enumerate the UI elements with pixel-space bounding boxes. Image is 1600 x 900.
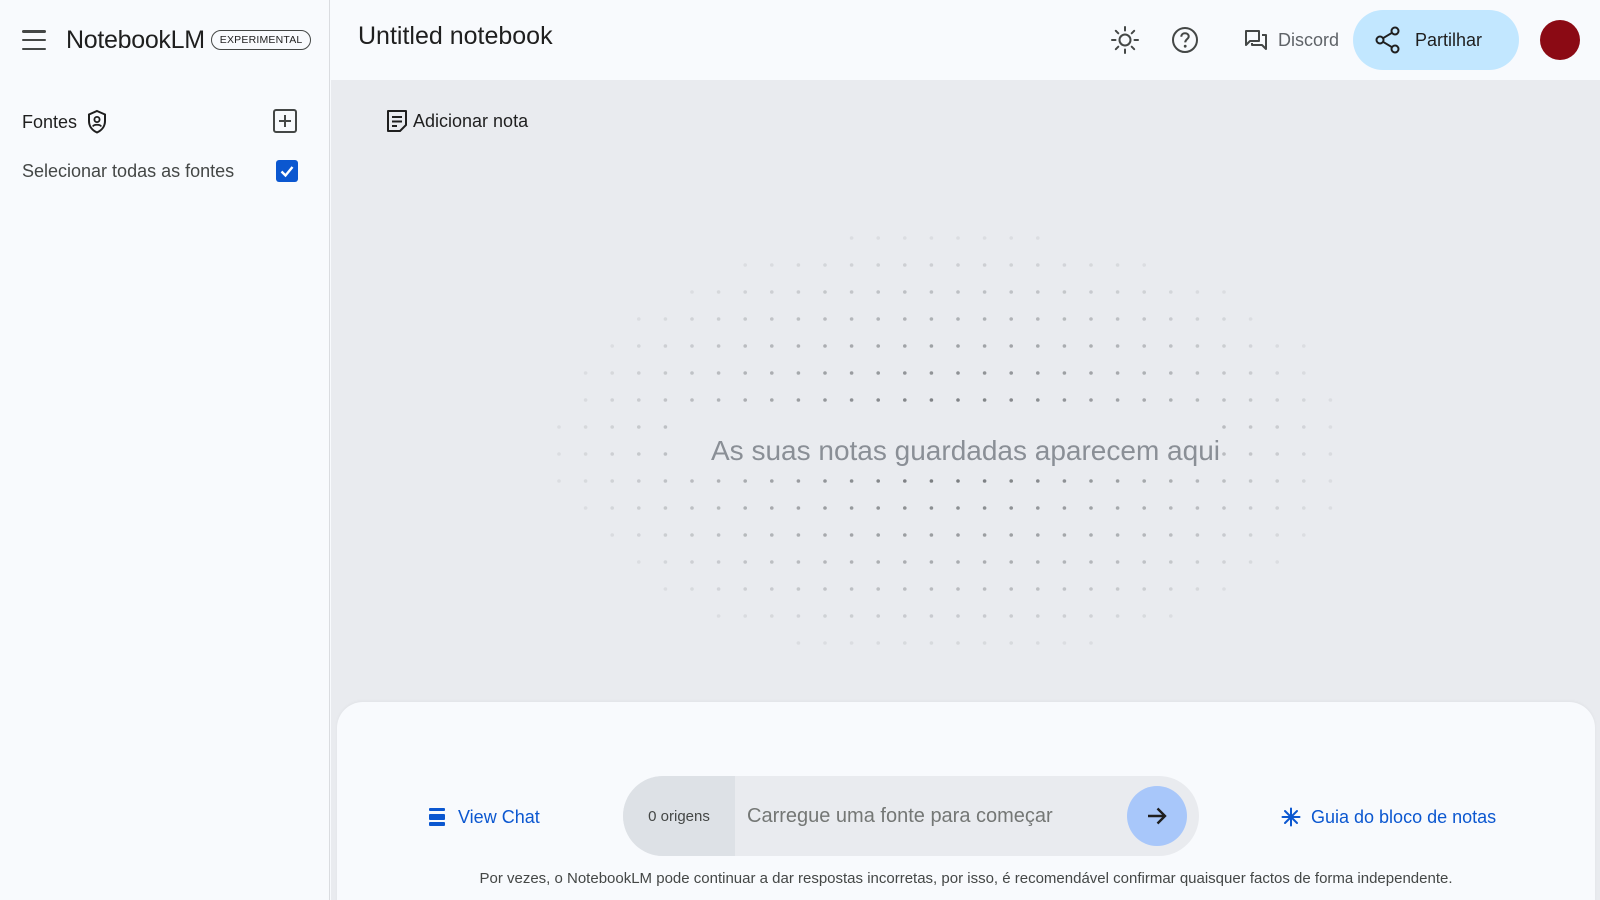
arrow-right-icon [1148,807,1167,825]
select-all-row[interactable]: Selecionar todas as fontes [22,156,298,186]
chat-panel: View Chat 0 origens Guia do bloco de not… [337,702,1595,900]
chat-icon [429,808,445,826]
sources-header: Fontes [22,106,298,138]
empty-notes-message: As suas notas guardadas aparecem aqui [711,435,1220,466]
discord-link[interactable]: Discord [1244,24,1339,56]
sun-icon[interactable] [1109,24,1141,56]
discord-label: Discord [1278,29,1340,50]
brand: NotebookLM EXPERIMENTAL [22,22,312,58]
notebook-guide-button[interactable]: Guia do bloco de notas [1281,802,1496,832]
query-input[interactable] [747,796,1117,836]
note-icon [387,110,407,132]
view-chat-label: View Chat [458,806,540,827]
view-chat-button[interactable]: View Chat [428,802,540,832]
sources-sidebar: NotebookLM EXPERIMENTAL Fontes Seleciona… [0,0,330,900]
select-all-checkbox[interactable] [276,160,298,182]
select-all-label: Selecionar todas as fontes [22,160,235,181]
share-button[interactable]: Partilhar [1353,10,1519,70]
asterisk-icon [1281,807,1301,827]
add-source-icon[interactable] [272,108,298,134]
add-note-label: Adicionar nota [413,110,529,131]
avatar[interactable] [1540,20,1580,60]
share-icon [1375,26,1400,54]
add-note-button[interactable]: Adicionar nota [385,106,528,136]
send-button[interactable] [1127,786,1187,846]
menu-icon[interactable] [22,30,48,50]
share-label: Partilhar [1415,29,1483,50]
origins-count[interactable]: 0 origens [623,776,735,856]
top-bar: Untitled notebook Discord Partilhar [331,0,1600,80]
experimental-badge: EXPERIMENTAL [210,30,312,50]
app-logo: NotebookLM [66,25,205,54]
notebook-guide-label: Guia do bloco de notas [1311,806,1497,827]
sources-title: Fontes [22,111,78,132]
check-icon [280,166,294,178]
notebook-title[interactable]: Untitled notebook [358,22,553,51]
help-icon[interactable] [1169,24,1201,56]
disclaimer: Por vezes, o NotebookLM pode continuar a… [479,870,1453,887]
shield-icon [88,109,107,134]
query-box: 0 origens [623,776,1199,856]
forum-icon [1245,30,1267,50]
